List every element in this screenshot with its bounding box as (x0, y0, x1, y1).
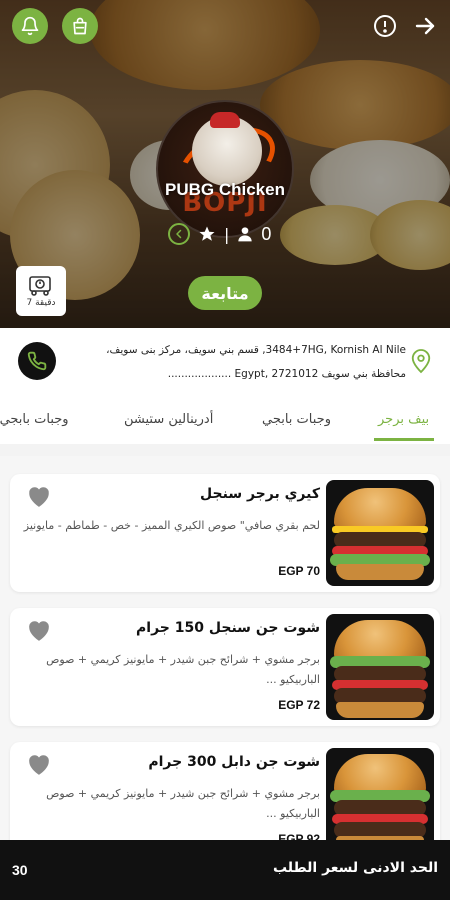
tab-beef-burger[interactable]: بيف برجر (378, 412, 429, 427)
product-list: كيري برجر سنجل لحم بقري صافي" صوص الكيري… (0, 456, 450, 840)
follower-count: 0 (261, 223, 272, 244)
followers-icon (238, 227, 253, 242)
delivery-timer-icon (29, 276, 51, 296)
active-tab-indicator (374, 438, 434, 441)
product-image (326, 748, 434, 840)
minimum-order-value: 30 (12, 862, 28, 878)
arrow-right-icon (415, 17, 435, 35)
location-pin-icon (411, 349, 431, 374)
favorite-heart-icon[interactable] (26, 484, 52, 508)
store-screen: BOPJI PUBG Chicken | 0 متابعة 7 دقيقة 34… (0, 0, 450, 900)
call-button[interactable] (18, 342, 56, 380)
product-card[interactable]: شوت جن دابل 300 جرام برجر مشوي + شرائح ج… (10, 742, 440, 840)
bell-icon (21, 16, 39, 36)
star-icon (199, 226, 215, 241)
info-button[interactable] (370, 11, 400, 41)
category-tabs: بيف برجر وجبات بابجي أدرينالين ستيشن وجب… (0, 400, 450, 444)
minimum-order-bar: الحد الادنى لسعر الطلب 30 (0, 840, 450, 900)
product-price: EGP 72 (278, 698, 320, 712)
tab-pubg-meals[interactable]: وجبات بابجي (262, 412, 331, 427)
expand-stats-button[interactable] (168, 223, 190, 245)
delivery-time: 7 دقيقة (26, 298, 56, 308)
shopping-bag-icon (73, 17, 87, 35)
store-name: PUBG Chicken (165, 180, 285, 199)
back-button[interactable] (410, 11, 440, 41)
store-logo: BOPJI (156, 100, 294, 238)
address-section: 3484+7HG, Kornish Al Nile, قسم بني سويف،… (0, 328, 450, 400)
phone-icon (27, 351, 47, 371)
favorite-heart-icon[interactable] (26, 752, 52, 776)
product-card[interactable]: كيري برجر سنجل لحم بقري صافي" صوص الكيري… (10, 474, 440, 592)
product-title: كيري برجر سنجل (200, 486, 320, 502)
notifications-button[interactable] (12, 8, 48, 44)
favorite-heart-icon[interactable] (26, 618, 52, 642)
follow-button[interactable]: متابعة (188, 276, 262, 310)
address-line-2: محافظة بني سويف 2721012 ,Egypt .........… (167, 368, 406, 380)
product-description: برجر مشوي + شرائح جبن شيدر + مايونيز كري… (46, 653, 320, 686)
product-card[interactable]: شوت جن سنجل 150 جرام برجر مشوي + شرائح ج… (10, 608, 440, 726)
product-image (326, 614, 434, 720)
tab-adrenaline-station[interactable]: أدرينالين ستيشن (124, 412, 213, 427)
chevron-left-icon (176, 229, 182, 239)
tab-pubg-meals-2[interactable]: وجبات بابجي ل (0, 412, 69, 427)
address-line-1: 3484+7HG, Kornish Al Nile, قسم بني سويف،… (106, 344, 406, 356)
product-image (326, 480, 434, 586)
store-stats: | 0 (168, 220, 271, 248)
store-address: 3484+7HG, Kornish Al Nile, قسم بني سويف،… (72, 338, 406, 386)
product-title: شوت جن سنجل 150 جرام (136, 620, 320, 636)
minimum-order-label: الحد الادنى لسعر الطلب (272, 860, 438, 876)
tabs-divider (0, 444, 450, 456)
product-description: برجر مشوي + شرائح جبن شيدر + مايونيز كري… (46, 787, 320, 820)
delivery-time-badge: 7 دقيقة (16, 266, 66, 316)
product-price: EGP 70 (278, 564, 320, 578)
cart-button[interactable] (62, 8, 98, 44)
stat-separator: | (224, 224, 230, 244)
product-price: EGP 92 (278, 832, 320, 840)
product-title: شوت جن دابل 300 جرام (148, 754, 320, 770)
product-description: لحم بقري صافي" صوص الكيري المميز - خص - … (23, 519, 320, 532)
info-icon (374, 15, 396, 37)
